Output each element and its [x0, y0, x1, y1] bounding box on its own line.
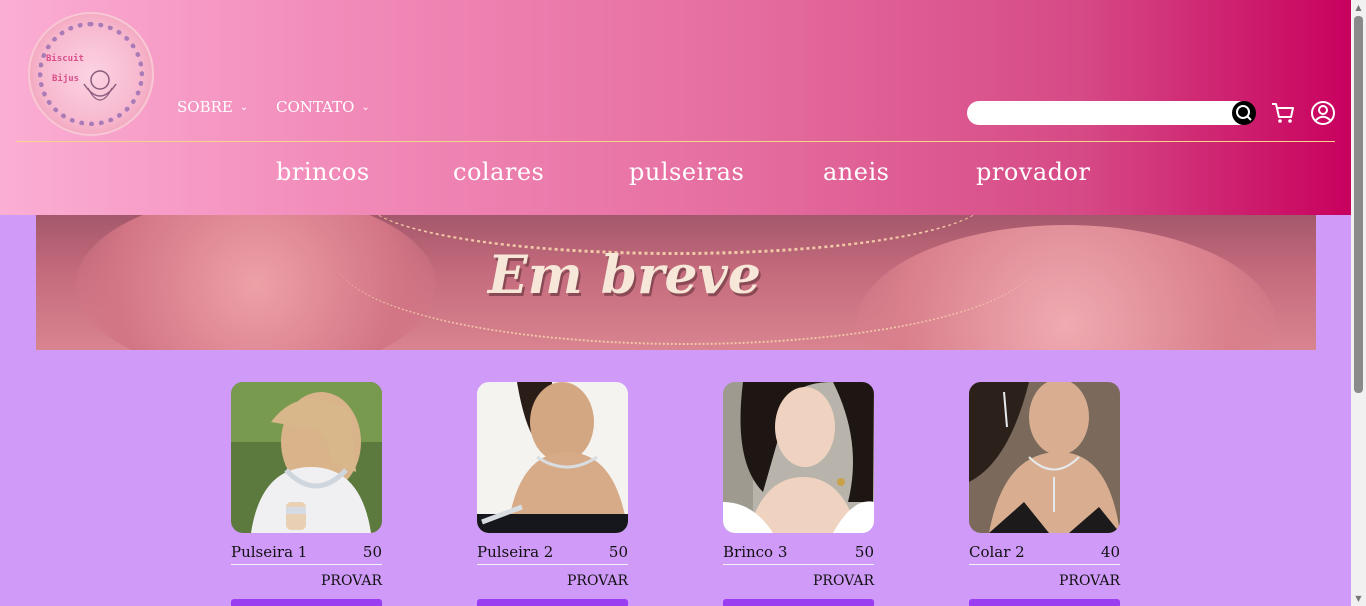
- page-scrollbar[interactable]: ▲ ▼: [1351, 0, 1366, 606]
- category-provador[interactable]: provador: [976, 158, 1090, 186]
- add-to-cart-button[interactable]: [231, 599, 382, 606]
- category-colares[interactable]: colares: [453, 158, 544, 186]
- add-to-cart-button[interactable]: [723, 599, 874, 606]
- product-meta: Pulseira 1 50: [231, 543, 382, 565]
- search-button[interactable]: [1232, 101, 1256, 125]
- product-meta: Colar 2 40: [969, 543, 1120, 565]
- product-card[interactable]: Pulseira 2 50 PROVAR: [477, 382, 628, 606]
- category-aneis[interactable]: aneis: [823, 158, 889, 186]
- user-circle-icon: [1311, 101, 1335, 125]
- cart-button[interactable]: [1270, 100, 1296, 126]
- product-price: 50: [854, 543, 874, 561]
- scroll-down-icon[interactable]: ▼: [1354, 594, 1363, 603]
- necklace-logo-icon: [83, 70, 117, 101]
- product-price: 50: [608, 543, 628, 561]
- try-on-link[interactable]: PROVAR: [477, 573, 628, 589]
- search-icon: [1236, 105, 1252, 121]
- add-to-cart-button[interactable]: [477, 599, 628, 606]
- product-card[interactable]: Colar 2 40 PROVAR: [969, 382, 1120, 606]
- product-image[interactable]: [969, 382, 1120, 533]
- try-on-link[interactable]: PROVAR: [723, 573, 874, 589]
- search-input[interactable]: [967, 101, 1251, 125]
- product-name: Colar 2: [969, 543, 1025, 561]
- product-image[interactable]: [231, 382, 382, 533]
- chevron-down-icon: ⌄: [239, 101, 249, 113]
- product-name: Pulseira 2: [477, 543, 554, 561]
- nav-sobre[interactable]: SOBRE ⌄: [177, 98, 248, 116]
- product-card[interactable]: Pulseira 1 50 PROVAR: [231, 382, 382, 606]
- product-image[interactable]: [477, 382, 628, 533]
- logo-text-line1: Biscuit: [46, 54, 84, 64]
- promo-banner[interactable]: Em breve: [36, 215, 1316, 350]
- product-card[interactable]: Brinco 3 50 PROVAR: [723, 382, 874, 606]
- product-image[interactable]: [723, 382, 874, 533]
- cart-icon: [1272, 103, 1294, 123]
- logo[interactable]: Biscuit Bijus: [28, 12, 154, 136]
- product-name: Brinco 3: [723, 543, 788, 561]
- try-on-link[interactable]: PROVAR: [969, 573, 1120, 589]
- product-price: 40: [1100, 543, 1120, 561]
- product-meta: Brinco 3 50: [723, 543, 874, 565]
- product-price: 50: [362, 543, 382, 561]
- category-brincos[interactable]: brincos: [276, 158, 370, 186]
- nav-sobre-label: SOBRE: [177, 98, 233, 116]
- chevron-down-icon: ⌄: [361, 101, 370, 113]
- account-button[interactable]: [1310, 100, 1336, 126]
- nav-contato-label: CONTATO: [276, 98, 355, 116]
- scrollbar-thumb[interactable]: [1354, 16, 1363, 393]
- nav-contato[interactable]: CONTATO ⌄: [276, 98, 370, 116]
- try-on-link[interactable]: PROVAR: [231, 573, 382, 589]
- add-to-cart-button[interactable]: [969, 599, 1120, 606]
- banner-text: Em breve: [488, 245, 761, 306]
- logo-text-line2: Bijus: [52, 74, 80, 84]
- header-divider: [16, 141, 1335, 142]
- site-header: Biscuit Bijus SOBRE ⌄ CONTATO ⌄ brincos …: [0, 0, 1351, 215]
- scroll-up-icon[interactable]: ▲: [1354, 3, 1363, 12]
- product-meta: Pulseira 2 50: [477, 543, 628, 565]
- category-pulseiras[interactable]: pulseiras: [629, 158, 744, 186]
- product-name: Pulseira 1: [231, 543, 308, 561]
